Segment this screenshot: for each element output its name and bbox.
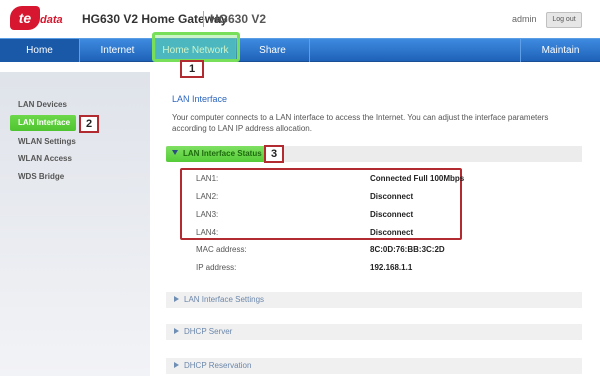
step-3-badge: 3	[264, 145, 284, 163]
lan1-label: LAN1:	[196, 174, 219, 183]
page-description: Your computer connects to a LAN interfac…	[172, 113, 549, 133]
lan2-label: LAN2:	[196, 192, 219, 201]
step-1-badge: 1	[180, 60, 204, 78]
nav-home[interactable]: Home	[0, 39, 80, 62]
sidebar-item-lan-interface[interactable]: LAN Interface	[10, 115, 76, 131]
lan3-value: Disconnect	[370, 210, 414, 219]
nav-share[interactable]: Share	[236, 39, 310, 62]
status-section-label: LAN Interface Status	[183, 149, 262, 158]
logo-te-mark: te	[10, 6, 40, 30]
lan-interface-status-toggle[interactable]: LAN Interface Status	[166, 146, 266, 162]
username: admin	[512, 14, 537, 24]
dhcp-server-toggle[interactable]: DHCP Server	[166, 324, 582, 340]
lan2-value: Disconnect	[370, 192, 414, 201]
section-label: DHCP Reservation	[184, 361, 252, 370]
collapsed-arrow-icon	[174, 296, 179, 302]
header: te data HG630 V2 Home Gateway HG630 V2 a…	[0, 0, 600, 38]
page-title: LAN Interface	[172, 94, 228, 104]
step-2-badge: 2	[79, 115, 99, 133]
sidebar-item-lan-devices[interactable]: LAN Devices	[18, 100, 67, 109]
collapsed-arrow-icon	[174, 362, 179, 368]
model-name: HG630 V2	[210, 12, 267, 26]
main-panel: LAN Interface Your computer connects to …	[160, 82, 592, 376]
main-nav: Home Internet Home Network Share Maintai…	[0, 38, 600, 62]
collapsed-arrow-icon	[174, 328, 179, 334]
nav-internet[interactable]: Internet	[80, 39, 156, 62]
sidebar-item-wds-bridge[interactable]: WDS Bridge	[18, 172, 64, 181]
title-divider	[203, 11, 204, 27]
lan-interface-settings-toggle[interactable]: LAN Interface Settings	[166, 292, 582, 308]
home-network-highlight	[152, 32, 240, 62]
logout-button[interactable]: Log out	[546, 12, 582, 28]
lan1-value: Connected Full 100Mbps	[370, 174, 465, 183]
te-data-logo[interactable]: te data	[10, 6, 66, 30]
mac-address-label: MAC address:	[196, 245, 247, 254]
dhcp-reservation-toggle[interactable]: DHCP Reservation	[166, 358, 582, 374]
product-title: HG630 V2 Home Gateway	[82, 12, 228, 26]
section-label: LAN Interface Settings	[184, 295, 265, 304]
section-label: DHCP Server	[184, 327, 233, 336]
sidebar-item-wlan-settings[interactable]: WLAN Settings	[18, 137, 76, 146]
ip-address-value: 192.168.1.1	[370, 263, 413, 272]
logo-data-text: data	[40, 14, 63, 26]
lan4-value: Disconnect	[370, 228, 414, 237]
sidebar-item-wlan-access[interactable]: WLAN Access	[18, 154, 72, 163]
lan3-label: LAN3:	[196, 210, 219, 219]
nav-maintain[interactable]: Maintain	[520, 39, 600, 62]
mac-address-value: 8C:0D:76:BB:3C:2D	[370, 245, 445, 254]
lan4-label: LAN4:	[196, 228, 219, 237]
expanded-arrow-icon	[172, 150, 178, 155]
ip-address-label: IP address:	[196, 263, 237, 272]
